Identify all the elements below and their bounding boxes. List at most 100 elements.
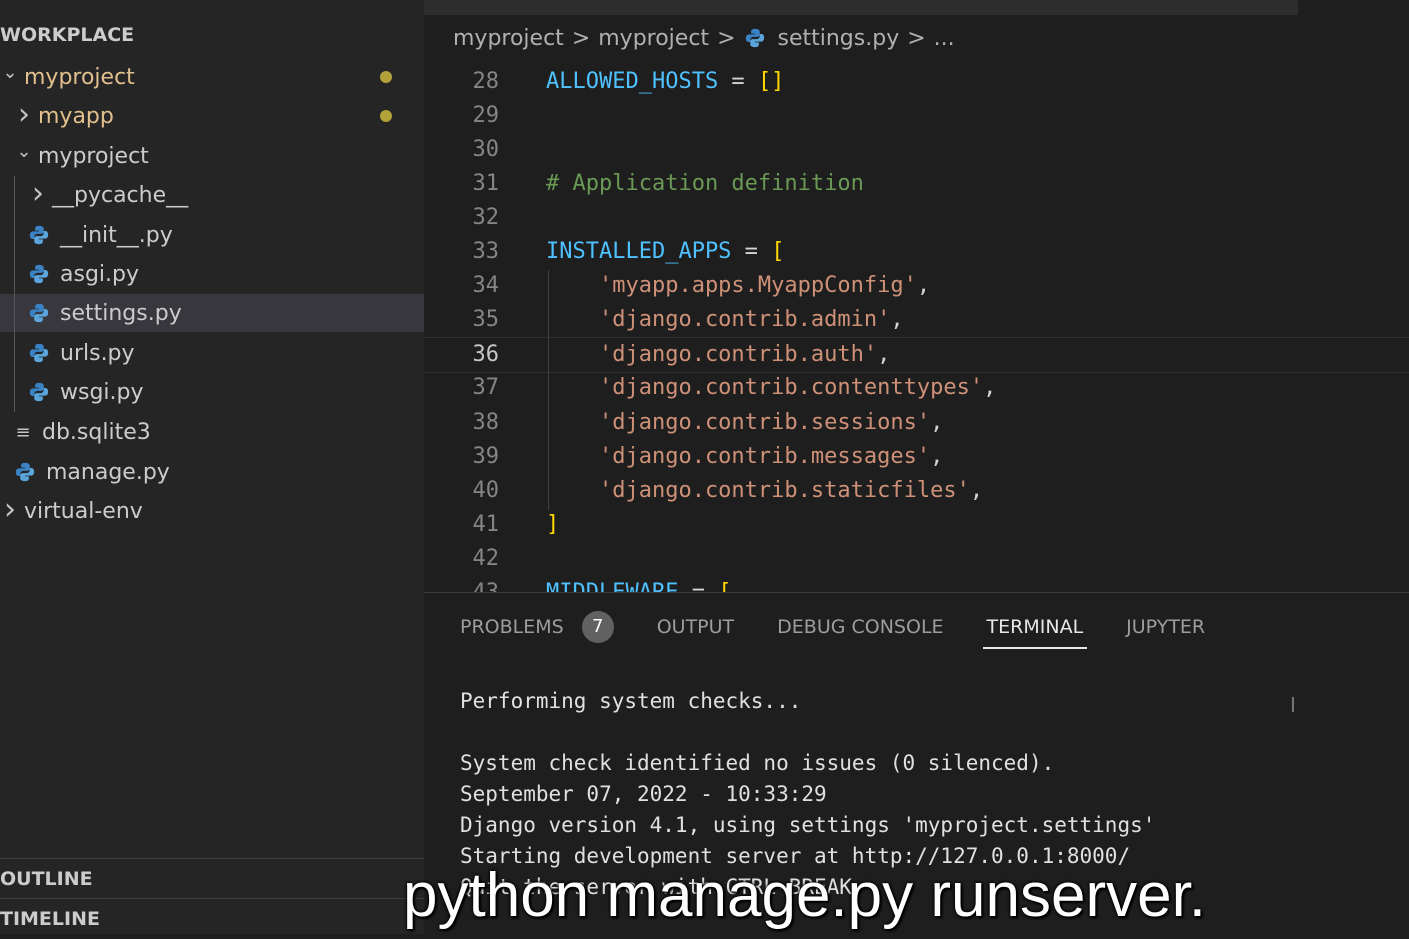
panel-tabs: PROBLEMS 7 OUTPUT DEBUG CONSOLE TERMINAL JUPY…: [460, 607, 1248, 649]
breadcrumb-item[interactable]: myproject: [598, 26, 709, 51]
breadcrumb-item[interactable]: ...: [934, 26, 955, 51]
modified-indicator-dot: [380, 71, 392, 83]
problems-count-badge: 7: [581, 611, 614, 643]
code-line[interactable]: 33 INSTALLED_APPS = [: [424, 235, 1409, 269]
code-line[interactable]: 38 'django.contrib.sessions',: [424, 405, 1409, 439]
tree-item-label: myproject: [24, 64, 135, 90]
chevron-right-icon[interactable]: ›: [0, 492, 20, 527]
code-line[interactable]: 29: [424, 98, 1409, 132]
panel-tab-problems[interactable]: PROBLEMS 7: [460, 607, 614, 647]
line-number: 36: [472, 342, 500, 368]
chevron-right-icon[interactable]: ›: [28, 176, 48, 211]
panel-tab-label: JUPYTER: [1126, 616, 1206, 638]
tree-item[interactable]: manage.py: [0, 453, 424, 491]
breadcrumb-item[interactable]: myproject: [453, 26, 564, 51]
tree-item[interactable]: wsgi.py: [0, 373, 424, 411]
line-number: 29: [472, 102, 500, 128]
python-file-icon: [28, 263, 50, 285]
code-line[interactable]: 36 'django.contrib.auth',: [424, 336, 1409, 373]
code-line[interactable]: 39 'django.contrib.messages',: [424, 439, 1409, 473]
timeline-section[interactable]: TIMELINE: [0, 898, 424, 939]
tree-item-label: settings.py: [60, 300, 182, 326]
panel-tab-label: DEBUG CONSOLE: [777, 616, 944, 638]
file-lines-icon: ≡: [15, 421, 31, 443]
python-file-icon: [28, 224, 50, 246]
code-line[interactable]: 41]: [424, 507, 1409, 541]
breadcrumb-item[interactable]: settings.py: [778, 26, 900, 51]
chevron-right-icon: >: [571, 25, 591, 51]
code-line[interactable]: 31 # Application definition: [424, 166, 1409, 200]
line-number: 39: [472, 443, 500, 469]
panel-tab-label: OUTPUT: [656, 616, 735, 638]
python-file-icon: [28, 302, 50, 324]
code-line[interactable]: 40 'django.contrib.staticfiles',: [424, 473, 1409, 507]
chevron-down-icon[interactable]: ⌄: [14, 141, 34, 162]
line-number: 31: [472, 170, 500, 196]
panel-tab-label: TERMINAL: [986, 616, 1084, 638]
tree-item-label: __init__.py: [60, 222, 173, 248]
panel-tab-jupyter[interactable]: JUPYTER: [1126, 607, 1205, 647]
line-number: 37: [472, 375, 500, 401]
outline-title: OUTLINE: [0, 868, 93, 890]
tree-item[interactable]: › __pycache__: [0, 176, 424, 214]
tree-item-label: db.sqlite3: [42, 419, 151, 445]
tree-item[interactable]: › virtual-env: [0, 492, 424, 530]
tree-item[interactable]: › myapp: [0, 97, 424, 135]
code-text: 'django.contrib.staticfiles',: [546, 477, 984, 503]
code-text: 'django.contrib.sessions',: [546, 409, 944, 435]
tree-item-label: asgi.py: [60, 261, 139, 287]
chevron-right-icon: >: [717, 25, 736, 51]
line-number: 40: [472, 477, 500, 503]
code-text: 'django.contrib.auth',: [546, 342, 891, 368]
tree-item[interactable]: urls.py: [0, 334, 424, 372]
panel-tab-debug-console[interactable]: DEBUG CONSOLE: [777, 607, 943, 647]
code-line[interactable]: 35 'django.contrib.admin',: [424, 303, 1409, 337]
line-number: 33: [472, 239, 500, 264]
line-number: 30: [472, 136, 500, 162]
panel-tab-label: PROBLEMS: [460, 616, 564, 638]
tree-item[interactable]: settings.py: [0, 294, 424, 332]
outline-section[interactable]: OUTLINE: [0, 858, 424, 899]
tree-item-label: __pycache__: [52, 182, 189, 208]
chevron-down-icon[interactable]: ⌄: [0, 62, 20, 83]
code-text: 'django.contrib.messages',: [546, 443, 944, 469]
code-line[interactable]: 32: [424, 200, 1409, 234]
tree-item[interactable]: ⌄ myproject: [0, 137, 424, 175]
code-line[interactable]: 28 ALLOWED_HOSTS = []: [424, 64, 1409, 98]
code-line[interactable]: 37 'django.contrib.contenttypes',: [424, 371, 1409, 405]
tree-item-label: myapp: [38, 103, 114, 129]
code-line[interactable]: 42: [424, 541, 1409, 575]
code-editor[interactable]: myproject > myproject > settings.py > ..…: [424, 0, 1409, 592]
panel-tab-output[interactable]: OUTPUT: [657, 607, 734, 647]
line-number: 42: [472, 545, 500, 571]
code-text: 'django.contrib.admin',: [546, 307, 904, 333]
tree-indent-guide: [14, 176, 15, 412]
modified-indicator-dot: [380, 110, 392, 122]
code-text: ]: [546, 511, 560, 537]
line-number: 35: [472, 307, 500, 333]
panel-tab-terminal[interactable]: TERMINAL: [982, 607, 1087, 649]
tree-item[interactable]: ⌄ myproject: [0, 58, 424, 96]
tree-item[interactable]: ≡ db.sqlite3: [0, 413, 424, 451]
code-line[interactable]: 43 MIDDLEWARE = [: [424, 576, 1409, 592]
chevron-right-icon[interactable]: ›: [14, 97, 34, 132]
code-text: # Application definition: [546, 170, 864, 196]
terminal-line: System check identified no issues (0 sil…: [460, 751, 1055, 775]
code-line[interactable]: 34 'myapp.apps.MyappConfig',: [424, 269, 1409, 303]
line-number: 34: [472, 273, 500, 299]
video-subtitle: python manage.py runserver.: [403, 861, 1207, 930]
timeline-title: TIMELINE: [0, 908, 100, 930]
line-number: 38: [472, 409, 500, 435]
code-text: ALLOWED_HOSTS = []: [546, 68, 785, 94]
code-text: INSTALLED_APPS = [: [546, 239, 785, 264]
terminal-line: September 07, 2022 - 10:33:29: [460, 782, 827, 806]
code-line[interactable]: 30: [424, 132, 1409, 166]
tree-item[interactable]: __init__.py: [0, 216, 424, 254]
tree-item[interactable]: asgi.py: [0, 255, 424, 293]
workspace-section-title[interactable]: WORKPLACE: [0, 24, 134, 46]
python-file-icon: [28, 381, 50, 403]
code-text: 'myapp.apps.MyappConfig',: [546, 273, 931, 299]
breadcrumb: myproject > myproject > settings.py > ..…: [453, 20, 955, 56]
line-number: 28: [472, 68, 500, 94]
line-number: 43: [424, 580, 500, 592]
